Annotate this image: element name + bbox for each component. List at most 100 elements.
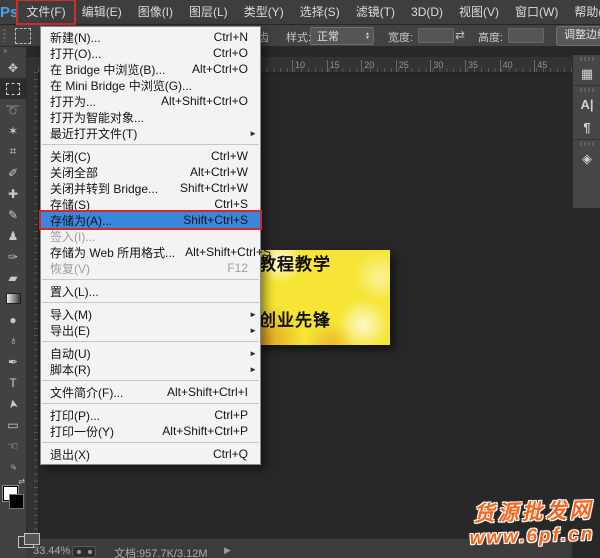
lasso-tool-icon[interactable]: ➰ bbox=[0, 99, 26, 120]
menubar-menu-item[interactable]: 视图(V) bbox=[451, 1, 507, 23]
file-menu-item[interactable]: 置入(L)... bbox=[41, 283, 260, 299]
file-menu-item[interactable]: 打开(O)... Ctrl+O bbox=[41, 45, 260, 61]
menu-item-label: 导入(M) bbox=[50, 306, 92, 323]
paragraph-panel-icon[interactable]: ¶ bbox=[573, 116, 600, 139]
eyedropper-tool-icon[interactable]: ✐ bbox=[0, 162, 26, 183]
file-menu-item[interactable]: 新建(N)... Ctrl+N bbox=[41, 29, 260, 45]
file-menu-item[interactable]: 打印一份(Y) Alt+Shift+Ctrl+P bbox=[41, 423, 260, 439]
menubar-menu-item[interactable]: 类型(Y) bbox=[236, 1, 292, 23]
menubar-menu-item[interactable]: 帮助(H) bbox=[566, 1, 600, 23]
menu-item-label: 文件简介(F)... bbox=[50, 384, 123, 401]
file-menu-item[interactable]: 最近打开文件(T) ► bbox=[41, 125, 260, 141]
3d-panel-icon[interactable]: ◈ bbox=[573, 147, 600, 170]
file-menu-item[interactable]: 打开为... Alt+Shift+Ctrl+O bbox=[41, 93, 260, 109]
move-tool-icon[interactable]: ✥ bbox=[0, 57, 26, 78]
file-menu-item[interactable]: 存储为 Web 所用格式... Alt+Shift+Ctrl+S bbox=[41, 244, 260, 260]
menubar-menu-item[interactable]: 编辑(E) bbox=[74, 1, 130, 23]
menubar-menu-item[interactable]: 图层(L) bbox=[181, 1, 236, 23]
adjustments-panel-icon[interactable]: ▦ bbox=[573, 62, 600, 85]
menu-item-shortcut: Alt+Shift+Ctrl+I bbox=[157, 385, 248, 399]
crop-tool-icon[interactable]: ⌗ bbox=[0, 141, 26, 162]
swap-dimensions-icon[interactable]: ⇄ bbox=[455, 28, 465, 42]
file-menu-item[interactable]: 打印(P)... Ctrl+P bbox=[41, 407, 260, 423]
menu-item-label: 在 Mini Bridge 中浏览(G)... bbox=[50, 77, 192, 94]
file-menu-item[interactable]: 导入(M) ► bbox=[41, 306, 260, 322]
file-menu-item[interactable]: 退出(X) Ctrl+Q bbox=[41, 446, 260, 462]
file-menu-item[interactable]: 自动(U) ► bbox=[41, 345, 260, 361]
zoom-tool-icon[interactable]: ♀ bbox=[0, 456, 26, 477]
menu-item-label: 签入(I)... bbox=[50, 228, 95, 245]
dock-grip[interactable] bbox=[580, 88, 594, 92]
document-text-line: 创业先锋 bbox=[259, 306, 331, 331]
status-options-arrow-icon[interactable]: ▶ bbox=[224, 545, 231, 556]
style-select[interactable]: 正常 ▲▼ bbox=[310, 27, 374, 45]
dock-separator bbox=[573, 85, 600, 86]
file-menu-dropdown: 新建(N)... Ctrl+N 打开(O)... Ctrl+O 在 Bridge… bbox=[40, 26, 261, 465]
file-menu-item[interactable]: 在 Bridge 中浏览(B)... Alt+Ctrl+O bbox=[41, 61, 260, 77]
history-brush-tool-icon[interactable]: ✑ bbox=[0, 246, 26, 267]
dock-grip[interactable] bbox=[580, 57, 594, 61]
color-swatches[interactable]: ⇄ bbox=[0, 479, 26, 513]
path-select-tool-icon[interactable]: ➤ bbox=[0, 393, 26, 414]
menu-item-label: 新建(N)... bbox=[50, 29, 101, 46]
marquee-tool-icon[interactable] bbox=[0, 78, 26, 99]
swap-colors-icon[interactable]: ⇄ bbox=[18, 477, 25, 486]
dodge-tool-icon[interactable]: ♀ bbox=[0, 330, 26, 351]
file-menu-item[interactable]: 关闭(C) Ctrl+W bbox=[41, 148, 260, 164]
menubar-menu-item[interactable]: 窗口(W) bbox=[507, 1, 566, 23]
screen-mode-icon[interactable] bbox=[18, 533, 40, 548]
refine-edge-button[interactable]: 调整边缘 bbox=[556, 26, 600, 46]
menubar-menu-item[interactable]: 选择(S) bbox=[292, 1, 348, 23]
menu-separator bbox=[42, 341, 259, 342]
menubar-menu-item[interactable]: 滤镜(T) bbox=[348, 1, 403, 23]
character-panel-icon[interactable]: A| bbox=[573, 93, 600, 116]
menubar-menu-item[interactable]: 3D(D) bbox=[403, 1, 451, 23]
menubar-menu-item[interactable]: 图像(I) bbox=[130, 1, 181, 23]
height-label: 高度: bbox=[478, 29, 503, 45]
document-size-info: 文档:957.7K/3.12M bbox=[114, 545, 208, 558]
submenu-arrow-icon: ► bbox=[249, 310, 257, 319]
file-menu-item[interactable]: 存储为(A)... Shift+Ctrl+S bbox=[41, 212, 260, 228]
blur-tool-icon[interactable]: ● bbox=[0, 309, 26, 330]
menu-item-shortcut: Ctrl+O bbox=[203, 46, 248, 60]
file-menu-item[interactable]: 导出(E) ► bbox=[41, 322, 260, 338]
vertical-ruler[interactable] bbox=[26, 72, 39, 538]
file-menu-item[interactable]: 存储(S) Ctrl+S bbox=[41, 196, 260, 212]
width-input[interactable] bbox=[418, 28, 454, 43]
menu-item-label: 存储为 Web 所用格式... bbox=[50, 244, 175, 261]
tool-panel-collapse-icon[interactable]: » bbox=[0, 46, 26, 57]
menu-item-shortcut: Alt+Shift+Ctrl+S bbox=[175, 245, 271, 259]
healing-brush-tool-icon[interactable]: ✚ bbox=[0, 183, 26, 204]
submenu-arrow-icon: ► bbox=[249, 326, 257, 335]
eraser-tool-icon[interactable]: ▰ bbox=[0, 267, 26, 288]
file-menu-item[interactable]: 文件简介(F)... Alt+Shift+Ctrl+I bbox=[41, 384, 260, 400]
file-menu-item[interactable]: 签入(I)... bbox=[41, 228, 260, 244]
style-label: 样式: bbox=[286, 29, 311, 45]
brush-tool-icon[interactable]: ✎ bbox=[0, 204, 26, 225]
file-menu-item[interactable]: 关闭全部 Alt+Ctrl+W bbox=[41, 164, 260, 180]
document-canvas[interactable]: 创业先锋教程教学 bbox=[257, 250, 390, 345]
status-scrubber-icon[interactable] bbox=[72, 546, 96, 558]
file-menu-item[interactable]: 打开为智能对象... bbox=[41, 109, 260, 125]
ruler-tick-label: 40 bbox=[500, 60, 513, 70]
menu-item-shortcut: Ctrl+S bbox=[204, 197, 248, 211]
shape-tool-icon[interactable]: ▭ bbox=[0, 414, 26, 435]
type-tool-icon[interactable]: T bbox=[0, 372, 26, 393]
menubar-menu-item[interactable]: 文件(F) bbox=[18, 1, 73, 23]
width-label: 宽度: bbox=[388, 29, 413, 45]
dock-grip[interactable] bbox=[580, 142, 594, 146]
file-menu-item[interactable]: 脚本(R) ► bbox=[41, 361, 260, 377]
clone-stamp-tool-icon[interactable]: ♟ bbox=[0, 225, 26, 246]
watermark-url: www.6pf.cn bbox=[469, 524, 595, 550]
file-menu-item[interactable]: 在 Mini Bridge 中浏览(G)... bbox=[41, 77, 260, 93]
file-menu-item[interactable]: 关闭并转到 Bridge... Shift+Ctrl+W bbox=[41, 180, 260, 196]
magic-wand-tool-icon[interactable]: ✶ bbox=[0, 120, 26, 141]
file-menu-item[interactable]: 恢复(V) F12 bbox=[41, 260, 260, 276]
pen-tool-icon[interactable]: ✒ bbox=[0, 351, 26, 372]
menu-item-label: 打印(P)... bbox=[50, 407, 100, 424]
gradient-tool-icon[interactable] bbox=[0, 288, 26, 309]
background-color-swatch[interactable] bbox=[9, 494, 24, 509]
hand-tool-icon[interactable]: ☜ bbox=[0, 435, 26, 456]
tool-preset-marquee-icon[interactable] bbox=[15, 28, 31, 44]
height-input[interactable] bbox=[508, 28, 544, 43]
